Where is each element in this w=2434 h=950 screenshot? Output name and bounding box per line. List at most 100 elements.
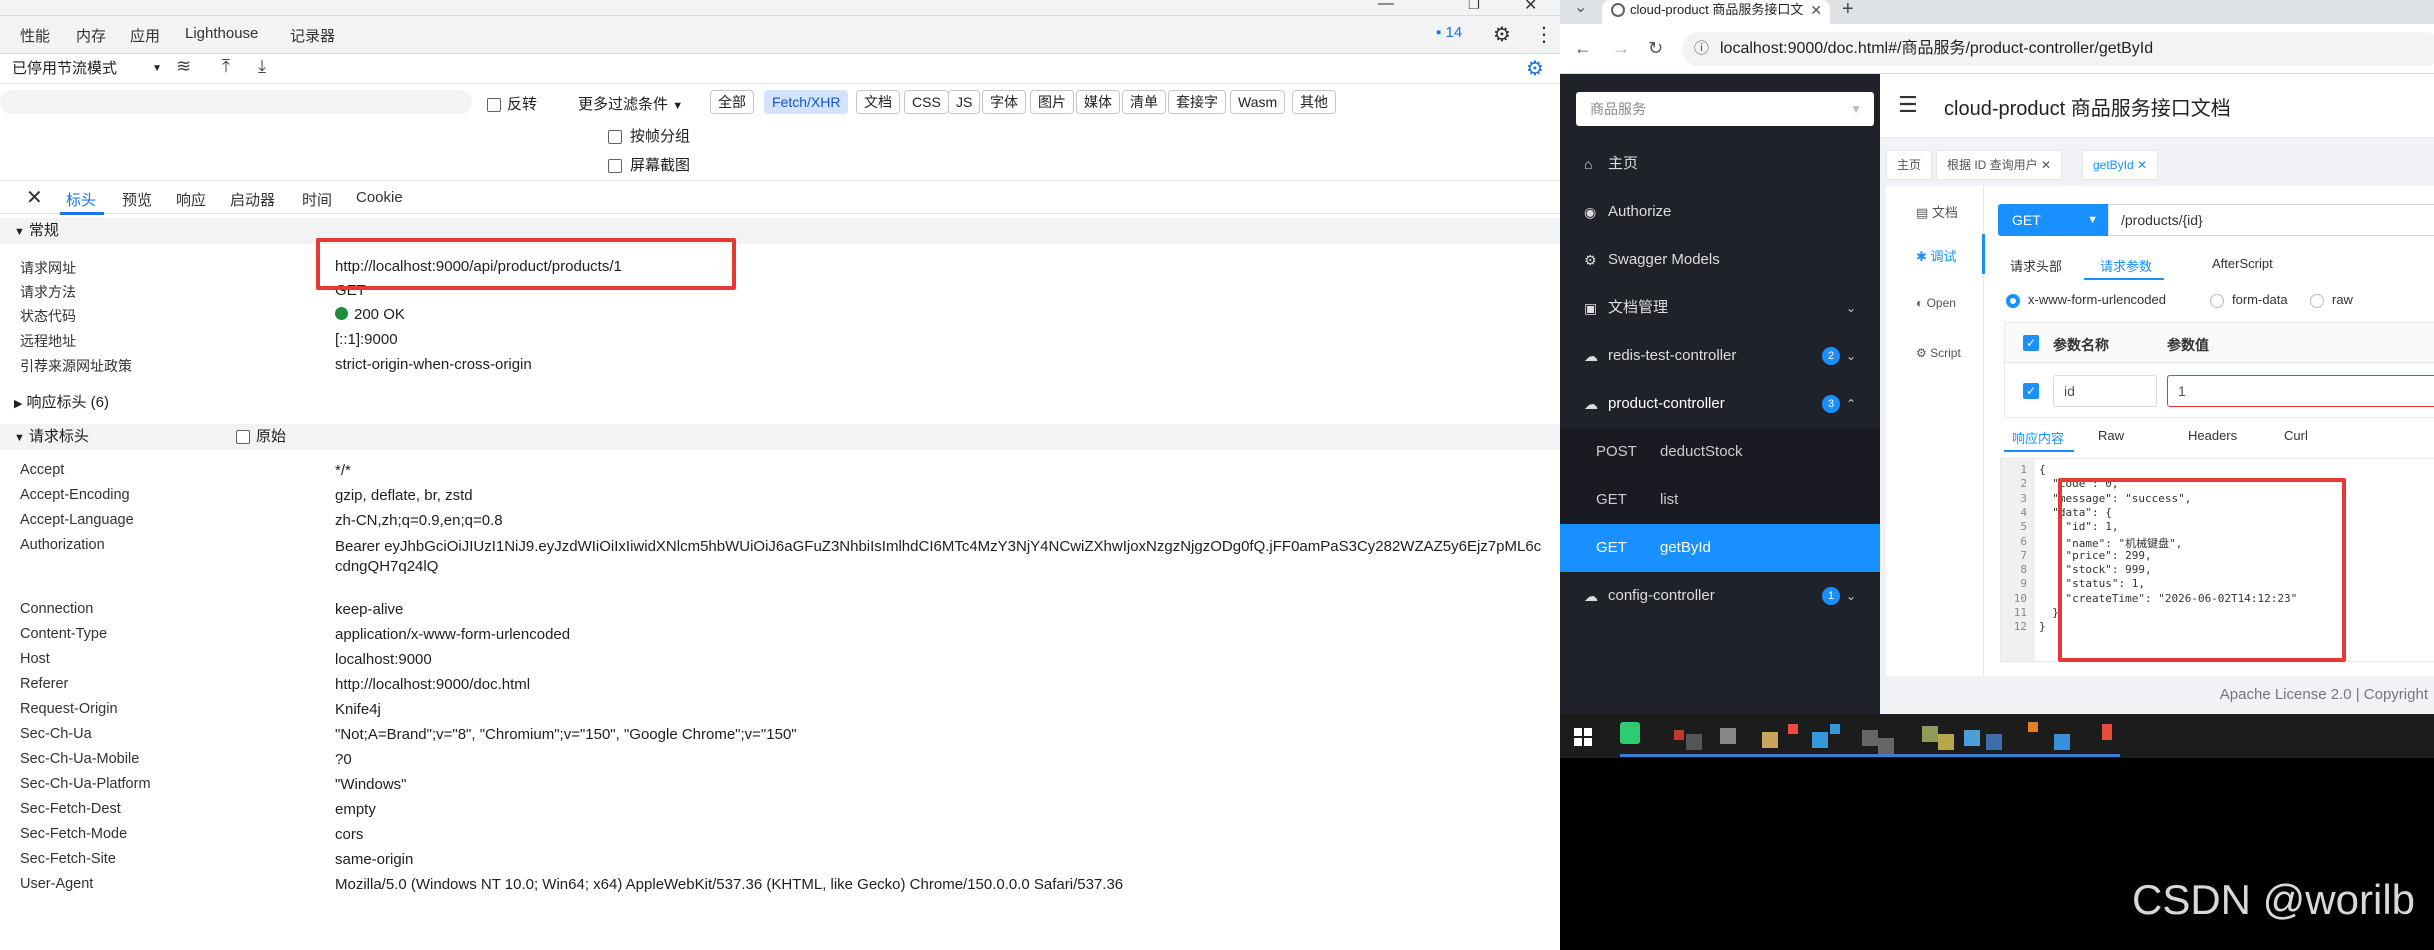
- browser-tab[interactable]: cloud-product 商品服务接口文 ✕: [1602, 0, 1830, 24]
- menu-fold-icon[interactable]: ☰: [1898, 92, 1918, 118]
- chip-other[interactable]: 其他: [1292, 90, 1336, 114]
- endpoint-getbyid[interactable]: GET getById: [1560, 524, 1880, 572]
- network-settings-icon[interactable]: ⚙: [1526, 56, 1544, 81]
- chip-img[interactable]: 图片: [1030, 90, 1074, 114]
- tab-lighthouse[interactable]: Lighthouse: [185, 25, 258, 42]
- app-icon[interactable]: [1788, 724, 1798, 734]
- resp-tab-headers[interactable]: Headers: [2188, 428, 2237, 443]
- response-headers-section[interactable]: ▶ 响应标头 (6): [0, 390, 1560, 416]
- chip-js[interactable]: JS: [948, 90, 981, 114]
- checkbox-box[interactable]: [608, 130, 622, 145]
- filter-input[interactable]: [0, 90, 472, 114]
- app-icon[interactable]: [1986, 734, 2002, 750]
- export-har-icon[interactable]: ⤓: [258, 56, 266, 77]
- radio-urlencoded[interactable]: x-www-form-urlencoded: [2006, 292, 2166, 308]
- windows-start-icon[interactable]: [1574, 728, 1592, 746]
- issues-counter[interactable]: ▪ 14: [1436, 24, 1462, 41]
- app-icon[interactable]: [1762, 732, 1778, 748]
- row-checkbox[interactable]: ✓: [2023, 383, 2039, 399]
- select-all-checkbox[interactable]: ✓: [2023, 335, 2039, 351]
- url-field[interactable]: ⓘ localhost:9000/doc.html#/商品服务/product-c…: [1682, 32, 2434, 66]
- request-path-input[interactable]: /products/{id}: [2108, 204, 2434, 236]
- nav-open[interactable]: ◐ Open: [1916, 296, 1956, 310]
- tab-headers[interactable]: 标头: [66, 189, 96, 210]
- chip-media[interactable]: 媒体: [1076, 90, 1120, 114]
- param-name-input[interactable]: id: [2053, 375, 2157, 407]
- tab-response[interactable]: 响应: [176, 189, 206, 210]
- throttle-select[interactable]: 已停用节流模式 ▼: [12, 57, 164, 81]
- menu-doc-manage[interactable]: ▣ 文档管理 ⌄: [1560, 284, 1880, 332]
- network-conditions-icon[interactable]: ≋: [176, 56, 191, 77]
- app-wechat-icon[interactable]: [1620, 722, 1640, 744]
- restore-icon[interactable]: ❐: [1468, 0, 1480, 13]
- close-detail-icon[interactable]: ✕: [26, 185, 43, 210]
- app-icon[interactable]: [1686, 734, 1702, 750]
- minimize-icon[interactable]: —: [1378, 0, 1394, 13]
- close-icon[interactable]: ✕: [2137, 158, 2147, 172]
- tab-timing[interactable]: 时间: [302, 189, 332, 210]
- radio-form-data[interactable]: form-data: [2210, 292, 2288, 308]
- app-icon[interactable]: [1812, 732, 1828, 748]
- chip-font[interactable]: 字体: [982, 90, 1026, 114]
- radio-dot[interactable]: [2310, 293, 2324, 308]
- chip-manifest[interactable]: 清单: [1122, 90, 1166, 114]
- chip-socket[interactable]: 套接字: [1168, 90, 1226, 114]
- checkbox-box[interactable]: [487, 98, 501, 113]
- app-icon[interactable]: [2054, 734, 2070, 750]
- chip-fetch-xhr[interactable]: Fetch/XHR: [764, 90, 849, 114]
- chip-all[interactable]: 全部: [710, 90, 754, 114]
- app-icon[interactable]: [2028, 722, 2038, 732]
- group-select[interactable]: 商品服务 ▼: [1576, 92, 1874, 126]
- app-icon[interactable]: [2102, 724, 2112, 740]
- resp-tab-content[interactable]: 响应内容: [2012, 428, 2064, 447]
- menu-product-controller[interactable]: ☁ product-controller 3 ⌃: [1560, 380, 1880, 428]
- tab-preview[interactable]: 预览: [122, 189, 152, 210]
- endpoint-deductstock[interactable]: POST deductStock: [1560, 428, 1880, 476]
- resp-tab-curl[interactable]: Curl: [2284, 428, 2308, 443]
- screenshot-option[interactable]: 屏幕截图: [608, 154, 690, 175]
- general-section-header[interactable]: ▼ 常规: [0, 218, 1560, 244]
- app-icon[interactable]: [1938, 734, 1954, 750]
- subtab-afterscript[interactable]: AfterScript: [2212, 256, 2273, 271]
- radio-dot[interactable]: [2006, 293, 2020, 308]
- nav-debug[interactable]: ✱ 调试: [1916, 246, 1957, 265]
- nav-script[interactable]: ⚙ Script: [1916, 346, 1961, 360]
- import-har-icon[interactable]: ⤒: [222, 56, 230, 77]
- doc-tab-query-user[interactable]: 根据 ID 查询用户 ✕: [1936, 150, 2063, 180]
- app-icon[interactable]: [1964, 730, 1980, 746]
- radio-dot[interactable]: [2210, 293, 2224, 308]
- menu-home[interactable]: ⌂ 主页: [1560, 140, 1880, 188]
- close-icon[interactable]: ✕: [2041, 158, 2051, 172]
- app-icon[interactable]: [1922, 726, 1938, 742]
- subtab-request-headers[interactable]: 请求头部: [2010, 256, 2062, 275]
- subtab-request-params[interactable]: 请求参数: [2100, 256, 2152, 275]
- forward-icon[interactable]: →: [1612, 38, 1630, 59]
- app-icon[interactable]: [1878, 738, 1894, 754]
- checkbox-box[interactable]: [236, 430, 250, 445]
- raw-checkbox[interactable]: 原始: [236, 424, 286, 450]
- radio-raw[interactable]: raw: [2310, 292, 2353, 308]
- menu-authorize[interactable]: ◉ Authorize: [1560, 188, 1880, 236]
- menu-config-controller[interactable]: ☁ config-controller 1 ⌄: [1560, 572, 1880, 620]
- endpoint-list[interactable]: GET list: [1560, 476, 1880, 524]
- tab-initiator[interactable]: 启动器: [230, 189, 275, 210]
- doc-tab-home[interactable]: 主页: [1886, 150, 1933, 180]
- chip-doc[interactable]: 文档: [856, 90, 900, 114]
- chip-wasm[interactable]: Wasm: [1230, 90, 1286, 114]
- group-by-frame-option[interactable]: 按帧分组: [608, 125, 690, 146]
- reload-icon[interactable]: ↻: [1648, 38, 1663, 59]
- settings-gear-icon[interactable]: ⚙: [1493, 22, 1511, 47]
- close-tab-icon[interactable]: ✕: [1810, 0, 1822, 20]
- app-icon[interactable]: [1862, 730, 1878, 746]
- nav-doc[interactable]: ▤ 文档: [1916, 202, 1958, 221]
- invert-checkbox[interactable]: 反转: [487, 93, 537, 114]
- app-icon[interactable]: [1720, 728, 1736, 744]
- tab-recorder[interactable]: 记录器: [290, 25, 335, 46]
- menu-redis-test-controller[interactable]: ☁ redis-test-controller 2 ⌄: [1560, 332, 1880, 380]
- close-window-icon[interactable]: ✕: [1524, 0, 1537, 15]
- menu-swagger-models[interactable]: ⚙ Swagger Models: [1560, 236, 1880, 284]
- chip-css[interactable]: CSS: [904, 90, 949, 114]
- more-filters-dropdown[interactable]: 更多过滤条件 ▼: [578, 93, 683, 114]
- app-icon[interactable]: [1830, 724, 1840, 734]
- tab-search-icon[interactable]: ⌄: [1574, 0, 1587, 17]
